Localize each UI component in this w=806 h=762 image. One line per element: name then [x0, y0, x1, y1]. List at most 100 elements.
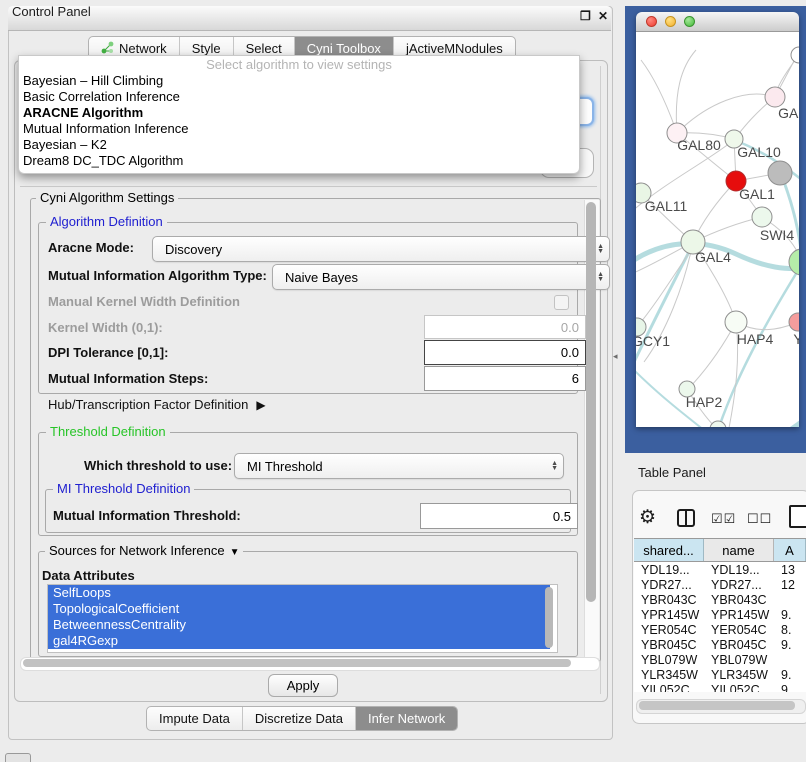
minimize-traffic-light-icon[interactable]: [665, 16, 676, 27]
column-header-name[interactable]: name: [704, 539, 774, 561]
settings-scrollbar-thumb[interactable]: [586, 202, 596, 602]
stepper-arrows-icon: ▲▼: [597, 272, 604, 282]
tab-impute-data[interactable]: Impute Data: [147, 707, 242, 730]
bottom-tabbar: Impute Data Discretize Data Infer Networ…: [146, 706, 458, 731]
network-edge: [676, 50, 696, 133]
network-node[interactable]: [710, 421, 726, 427]
table-row[interactable]: YIL052CYIL052C9: [634, 682, 806, 692]
table-hscrollbar-thumb[interactable]: [639, 701, 795, 710]
network-canvas[interactable]: GAL80GAL10GAL7GAL1GAL11SWI4GAL4GCY1HAP4Y…: [636, 32, 799, 427]
sources-group-title: Sources for Network Inference: [49, 543, 225, 558]
threshold-definition-title: Threshold Definition: [46, 425, 170, 439]
column-header-shared-name[interactable]: shared...: [634, 539, 704, 561]
table-row[interactable]: YBL079WYBL079W: [634, 652, 806, 667]
zoom-traffic-light-icon[interactable]: [684, 16, 695, 27]
network-node[interactable]: [789, 313, 799, 331]
attributes-scrollbar-thumb[interactable]: [545, 587, 553, 648]
network-edge: [781, 174, 799, 260]
mi-threshold-field[interactable]: 0.5: [420, 503, 578, 529]
network-node[interactable]: [765, 87, 785, 107]
sources-group-toggle[interactable]: Sources for Network Inference▼: [45, 544, 243, 560]
node-label: GAL7: [778, 105, 799, 121]
close-window-icon[interactable]: ✕: [598, 10, 608, 22]
mi-threshold-label: Mutual Information Threshold:: [53, 508, 241, 524]
algorithm-option[interactable]: Bayesian – K2: [19, 137, 579, 153]
network-edge: [741, 418, 799, 427]
node-label: SWI4: [760, 227, 794, 243]
kernel-width-field[interactable]: 0.0: [424, 315, 586, 339]
dpi-tolerance-field[interactable]: 0.0: [424, 340, 586, 365]
network-node[interactable]: [752, 207, 772, 227]
mi-algorithm-type-combo[interactable]: Naive Bayes ▲▼: [272, 264, 610, 290]
control-panel-titlebar: [8, 6, 611, 31]
table-cell: YIL052C: [704, 683, 774, 693]
manual-kernel-width-label: Manual Kernel Width Definition: [48, 294, 240, 310]
algorithm-option-list: Bayesian – Hill ClimbingBasic Correlatio…: [19, 73, 579, 169]
gear-icon[interactable]: ⚙: [639, 506, 656, 529]
hub-definition-toggle[interactable]: Hub/Transcription Factor Definition▶: [48, 397, 266, 413]
data-attribute-item[interactable]: TopologicalCoefficient: [48, 601, 550, 617]
node-label: GAL11: [645, 198, 688, 214]
aracne-mode-combo[interactable]: Discovery ▲▼: [152, 236, 610, 262]
table-row[interactable]: YER054CYER054C8.: [634, 622, 806, 637]
algorithm-option[interactable]: Basic Correlation Inference: [19, 89, 579, 105]
mi-steps-label: Mutual Information Steps:: [48, 371, 208, 387]
table-row[interactable]: YLR345WYLR345W9.: [634, 667, 806, 682]
which-threshold-combo[interactable]: MI Threshold ▲▼: [234, 453, 564, 479]
tab-discretize-data[interactable]: Discretize Data: [242, 707, 355, 730]
node-label: GAL10: [737, 144, 781, 160]
aracne-mode-value: Discovery: [165, 242, 222, 257]
node-label: HAP2: [686, 394, 723, 410]
node-label: GCY1: [636, 333, 670, 349]
deselect-all-icon[interactable]: ☐☐: [747, 511, 772, 527]
node-label: HAP4: [737, 331, 774, 347]
table-cell: YLR345W: [634, 668, 704, 682]
mi-steps-value: 6: [572, 371, 579, 386]
network-node[interactable]: [789, 249, 799, 275]
mi-steps-field[interactable]: 6: [424, 366, 586, 391]
network-edge: [677, 94, 775, 133]
section-divider: [20, 186, 597, 187]
table-row[interactable]: YDL19...YDL19...13: [634, 562, 806, 577]
network-window-titlebar[interactable]: [636, 12, 799, 32]
column-header-partial[interactable]: A: [774, 539, 806, 561]
network-window: GAL80GAL10GAL7GAL1GAL11SWI4GAL4GCY1HAP4Y…: [636, 12, 799, 427]
table-cell: 13: [774, 563, 806, 577]
splitter-handle[interactable]: ◂: [613, 351, 618, 362]
table-row[interactable]: YDR27...YDR27...12: [634, 577, 806, 592]
network-node[interactable]: [768, 161, 792, 185]
algorithm-option[interactable]: Dream8 DC_TDC Algorithm: [19, 153, 579, 169]
algorithm-definition-title: Algorithm Definition: [46, 215, 167, 229]
data-attribute-item[interactable]: BetweennessCentrality: [48, 617, 550, 633]
tab-infer-network[interactable]: Infer Network: [355, 707, 457, 730]
table-row[interactable]: YBR043CYBR043C: [634, 592, 806, 607]
which-threshold-label: Which threshold to use:: [84, 458, 232, 474]
collapsed-corner-button[interactable]: [5, 753, 31, 762]
table-row[interactable]: YPR145WYPR145W9.: [634, 607, 806, 622]
tab-label: Impute Data: [159, 711, 230, 726]
mi-threshold-definition-title: MI Threshold Definition: [53, 482, 194, 496]
data-attribute-item[interactable]: SelfLoops: [48, 585, 550, 601]
dpi-tolerance-label: DPI Tolerance [0,1]:: [48, 345, 168, 361]
split-columns-icon[interactable]: [677, 509, 695, 527]
data-attributes-list: SelfLoopsTopologicalCoefficientBetweenne…: [47, 584, 558, 653]
manual-kernel-width-checkbox[interactable]: [554, 295, 569, 310]
network-node[interactable]: [725, 311, 747, 333]
apply-button[interactable]: Apply: [268, 674, 338, 697]
new-table-icon[interactable]: [789, 505, 806, 528]
table-cell: 9.: [774, 668, 806, 682]
algorithm-option[interactable]: Mutual Information Inference: [19, 121, 579, 137]
table-cell: 8.: [774, 623, 806, 637]
table-row[interactable]: YBR045CYBR045C9.: [634, 637, 806, 652]
settings-hscrollbar-thumb[interactable]: [23, 659, 571, 667]
algorithm-option[interactable]: Bayesian – Hill Climbing: [19, 73, 579, 89]
network-edge: [637, 250, 691, 327]
close-traffic-light-icon[interactable]: [646, 16, 657, 27]
data-attribute-item[interactable]: gal4RGexp: [48, 633, 550, 649]
algorithm-option[interactable]: ARACNE Algorithm: [19, 105, 579, 121]
stepper-arrows-icon: ▲▼: [551, 461, 558, 471]
network-node[interactable]: [791, 47, 799, 63]
select-all-icon[interactable]: ☑☑: [711, 511, 736, 527]
table-cell: YLR345W: [704, 668, 774, 682]
float-window-icon[interactable]: ❒: [580, 10, 591, 22]
